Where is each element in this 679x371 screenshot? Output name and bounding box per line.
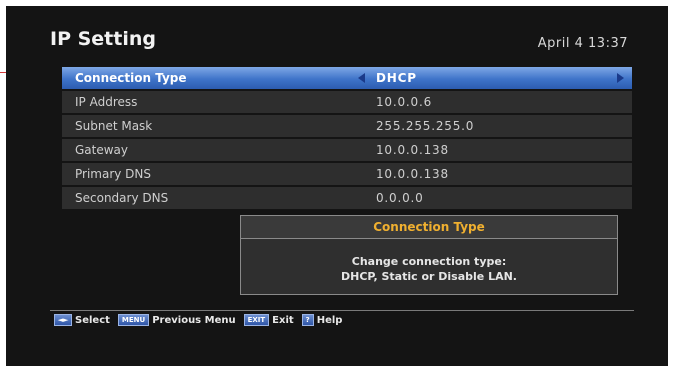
footer-divider — [50, 310, 634, 311]
setting-value: 0.0.0.0 — [376, 191, 424, 205]
setting-value: 255.255.255.0 — [376, 119, 475, 133]
setting-value: DHCP — [376, 71, 417, 85]
setting-value: 10.0.0.6 — [376, 95, 433, 109]
info-title: Connection Type — [241, 216, 617, 239]
settings-list: Connection Type DHCP IP Address 10.0.0.6… — [62, 67, 632, 211]
menu-key-icon[interactable]: MENU — [117, 314, 150, 326]
setting-row-primary-dns[interactable]: Primary DNS 10.0.0.138 — [62, 163, 632, 185]
previous-menu-hint: Previous Menu — [152, 314, 236, 326]
page-title: IP Setting — [50, 28, 156, 50]
arrow-left-icon[interactable] — [358, 73, 365, 83]
exit-hint: Exit — [272, 314, 294, 326]
select-hint: Select — [75, 314, 110, 326]
footer-hints: ◄► Select MENU Previous Menu EXIT Exit ?… — [54, 314, 350, 326]
setting-label: Connection Type — [75, 71, 187, 85]
tv-screen: IP Setting April 4 13:37 Connection Type… — [6, 6, 668, 366]
setting-row-gateway[interactable]: Gateway 10.0.0.138 — [62, 139, 632, 161]
help-hint: Help — [316, 314, 343, 326]
info-line-2: DHCP, Static or Disable LAN. — [341, 270, 517, 283]
setting-row-ip-address[interactable]: IP Address 10.0.0.6 — [62, 91, 632, 113]
setting-label: Secondary DNS — [75, 191, 169, 205]
info-panel: Connection Type Change connection type: … — [240, 215, 618, 295]
setting-row-secondary-dns[interactable]: Secondary DNS 0.0.0.0 — [62, 187, 632, 209]
help-key-icon[interactable]: ? — [301, 314, 314, 326]
setting-row-subnet-mask[interactable]: Subnet Mask 255.255.255.0 — [62, 115, 632, 137]
info-line-1: Change connection type: — [351, 255, 507, 268]
edge-mark — [0, 72, 6, 73]
arrow-right-icon[interactable] — [617, 73, 624, 83]
setting-label: IP Address — [75, 95, 138, 109]
exit-key-icon[interactable]: EXIT — [243, 314, 270, 326]
setting-value: 10.0.0.138 — [376, 143, 449, 157]
setting-label: Subnet Mask — [75, 119, 153, 133]
setting-row-connection-type[interactable]: Connection Type DHCP — [62, 67, 632, 89]
setting-label: Gateway — [75, 143, 129, 157]
setting-label: Primary DNS — [75, 167, 152, 181]
info-description: Change connection type: DHCP, Static or … — [241, 239, 617, 284]
setting-value: 10.0.0.138 — [376, 167, 449, 181]
select-key-icon[interactable]: ◄► — [54, 314, 72, 326]
date-time: April 4 13:37 — [537, 36, 628, 51]
